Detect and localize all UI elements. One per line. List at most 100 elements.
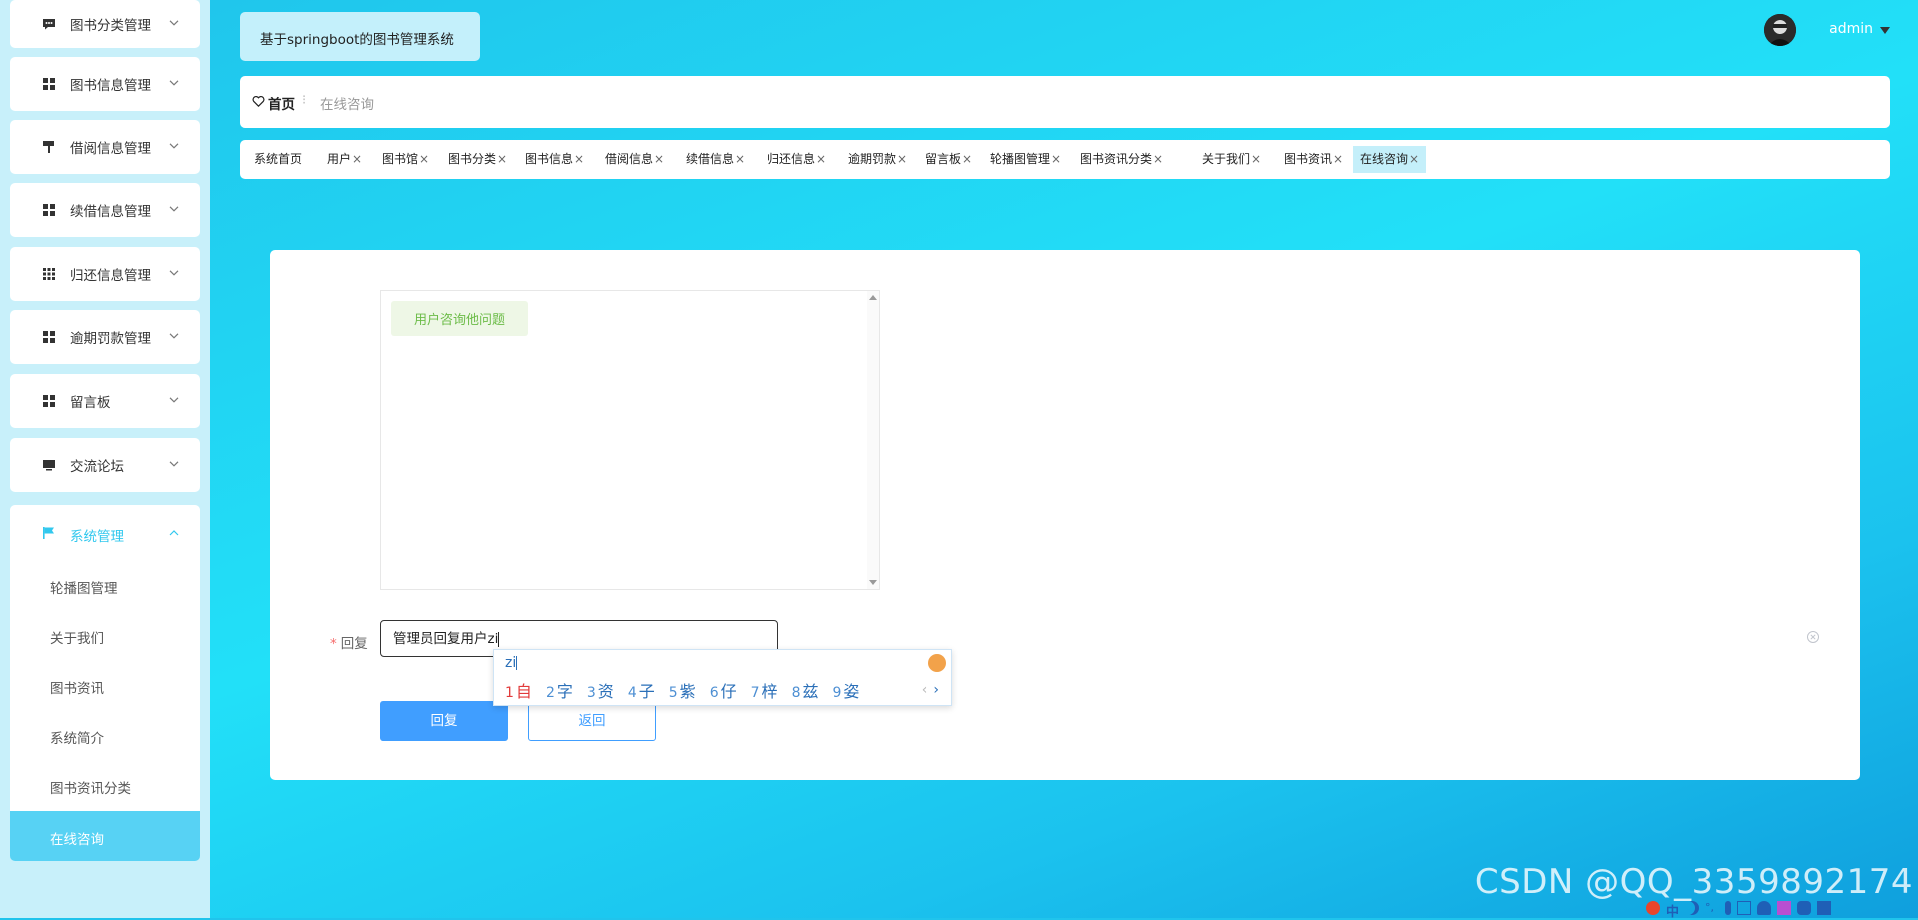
tag-4[interactable]: 图书分类× [448, 146, 507, 173]
breadcrumb-separator: ⁝ [302, 93, 307, 108]
tag-label: 图书资讯分类 [1080, 152, 1153, 166]
system-title-box: 基于springboot的图书管理系统 [240, 12, 480, 61]
avatar[interactable] [1764, 14, 1796, 46]
menu-group-1[interactable]: 图书分类管理 [10, 0, 200, 48]
user-icon[interactable] [1757, 901, 1772, 915]
submenu-item-carousel[interactable]: 轮播图管理 [50, 577, 118, 597]
scrollbar[interactable] [867, 291, 879, 589]
ime-prev-icon[interactable]: ‹ [922, 682, 928, 698]
menu-group-label: 系统管理 [70, 529, 124, 545]
ime-candidate-number: 4 [627, 685, 637, 701]
menu-group-6[interactable]: 逾期罚款管理 [10, 310, 200, 364]
menu-group-label: 逾期罚款管理 [70, 331, 151, 347]
tag-label: 留言板 [925, 152, 962, 166]
punctuation-icon[interactable]: °, [1705, 901, 1719, 915]
ime-next-icon[interactable]: › [933, 682, 939, 698]
menu-group-7[interactable]: 留言板 [10, 374, 200, 428]
ime-candidate-number: 9 [832, 685, 842, 701]
ime-logo-icon[interactable] [928, 654, 946, 672]
toolbox-icon[interactable] [1817, 901, 1832, 915]
user-menu[interactable]: admin [1748, 14, 1898, 46]
menu-group-label: 留言板 [70, 395, 111, 411]
tag-1[interactable]: 系统首页 [254, 146, 302, 173]
ime-language-label[interactable]: 中 [1666, 901, 1679, 920]
close-icon[interactable]: × [352, 152, 362, 166]
submenu-item-news-category[interactable]: 图书资讯分类 [50, 777, 131, 797]
submenu-item-label: 在线咨询 [50, 832, 104, 848]
tag-6[interactable]: 借阅信息× [605, 146, 664, 173]
breadcrumb-home[interactable]: 首页 [268, 93, 295, 113]
tag-12[interactable]: 图书资讯分类× [1080, 146, 1163, 173]
menu-group-8[interactable]: 交流论坛 [10, 438, 200, 492]
moon-icon[interactable] [1685, 901, 1699, 915]
ime-candidate-char: 仔 [720, 682, 737, 701]
close-icon[interactable]: × [1051, 152, 1061, 166]
tag-11[interactable]: 轮播图管理× [990, 146, 1061, 173]
scroll-up-icon[interactable] [869, 295, 877, 300]
skin-icon[interactable] [1777, 901, 1792, 915]
close-icon[interactable]: × [1409, 152, 1419, 166]
back-button[interactable]: 返回 [528, 701, 656, 741]
caret-down-icon[interactable] [1880, 27, 1890, 34]
close-icon[interactable]: × [497, 152, 507, 166]
close-icon[interactable]: × [1153, 152, 1163, 166]
user-name[interactable]: admin [1829, 21, 1873, 37]
tag-label: 图书信息 [525, 152, 574, 166]
close-icon[interactable]: × [1333, 152, 1343, 166]
ime-candidate-window: zi 1自 2字 3资 4子 5紫 6仔 7梓 8兹 9姿 ‹ › [493, 649, 952, 706]
tag-14[interactable]: 图书资讯× [1284, 146, 1343, 173]
menu-group-header-system-management[interactable]: 系统管理 [10, 505, 200, 561]
sogou-ime-icon[interactable] [1646, 901, 1660, 915]
menu-group-5[interactable]: 归还信息管理 [10, 247, 200, 301]
submenu-item-online-consult[interactable]: 在线咨询 [10, 811, 200, 861]
tag-8[interactable]: 归还信息× [767, 146, 826, 173]
ime-candidate[interactable]: 4子 [628, 678, 655, 702]
chat-history[interactable]: 用户咨询他问题 [380, 290, 880, 590]
ime-candidate[interactable]: 2字 [546, 678, 573, 702]
close-icon[interactable]: × [962, 152, 972, 166]
menu-group-2[interactable]: 图书信息管理 [10, 57, 200, 111]
close-icon[interactable]: × [897, 152, 907, 166]
clear-icon[interactable] [1806, 630, 1820, 644]
keyboard-icon[interactable] [1737, 901, 1752, 915]
ime-candidate[interactable]: 5紫 [669, 678, 696, 702]
tag-7[interactable]: 续借信息× [686, 146, 745, 173]
microphone-icon[interactable] [1725, 901, 1732, 915]
ime-candidate-number: 8 [791, 685, 801, 701]
ime-candidate[interactable]: 8兹 [792, 678, 819, 702]
tag-label: 图书馆 [382, 152, 419, 166]
reply-button[interactable]: 回复 [380, 701, 508, 741]
ime-candidate[interactable]: 1自 [505, 678, 532, 702]
paint-roller-icon [42, 140, 56, 154]
tag-13[interactable]: 关于我们× [1202, 146, 1261, 173]
close-icon[interactable]: × [735, 152, 745, 166]
tag-label: 系统首页 [254, 152, 303, 166]
ime-candidate[interactable]: 3资 [587, 678, 614, 702]
gamepad-icon[interactable] [1797, 901, 1812, 915]
submenu-item-book-news[interactable]: 图书资讯 [50, 677, 104, 697]
ime-candidate[interactable]: 7梓 [751, 678, 778, 702]
tag-10[interactable]: 留言板× [925, 146, 972, 173]
close-icon[interactable]: × [1251, 152, 1261, 166]
tag-label: 在线咨询 [1360, 152, 1409, 166]
ime-candidate[interactable]: 9姿 [833, 678, 860, 702]
tag-3[interactable]: 图书馆× [382, 146, 429, 173]
close-icon[interactable]: × [654, 152, 664, 166]
tag-9[interactable]: 逾期罚款× [848, 146, 907, 173]
menu-group-3[interactable]: 借阅信息管理 [10, 120, 200, 174]
chevron-down-icon [169, 206, 179, 212]
tag-2[interactable]: 用户× [327, 146, 362, 173]
menu-group-4[interactable]: 续借信息管理 [10, 183, 200, 237]
ime-candidate[interactable]: 6仔 [710, 678, 737, 702]
close-icon[interactable]: × [419, 152, 429, 166]
submenu-item-about-us[interactable]: 关于我们 [50, 627, 104, 647]
ime-candidates: 1自 2字 3资 4子 5紫 6仔 7梓 8兹 9姿 [505, 678, 873, 702]
sidebar: 图书分类管理图书信息管理 借阅信息管理 续借信息管理 归还信息管理逾期罚款管理 留言板交… [0, 0, 210, 918]
scroll-down-icon[interactable] [869, 580, 877, 585]
close-icon[interactable]: × [574, 152, 584, 166]
ime-composition: zi [505, 655, 518, 671]
submenu-item-system-intro[interactable]: 系统简介 [50, 727, 104, 747]
tag-5[interactable]: 图书信息× [525, 146, 584, 173]
tag-15[interactable]: 在线咨询× [1353, 146, 1427, 173]
close-icon[interactable]: × [816, 152, 826, 166]
